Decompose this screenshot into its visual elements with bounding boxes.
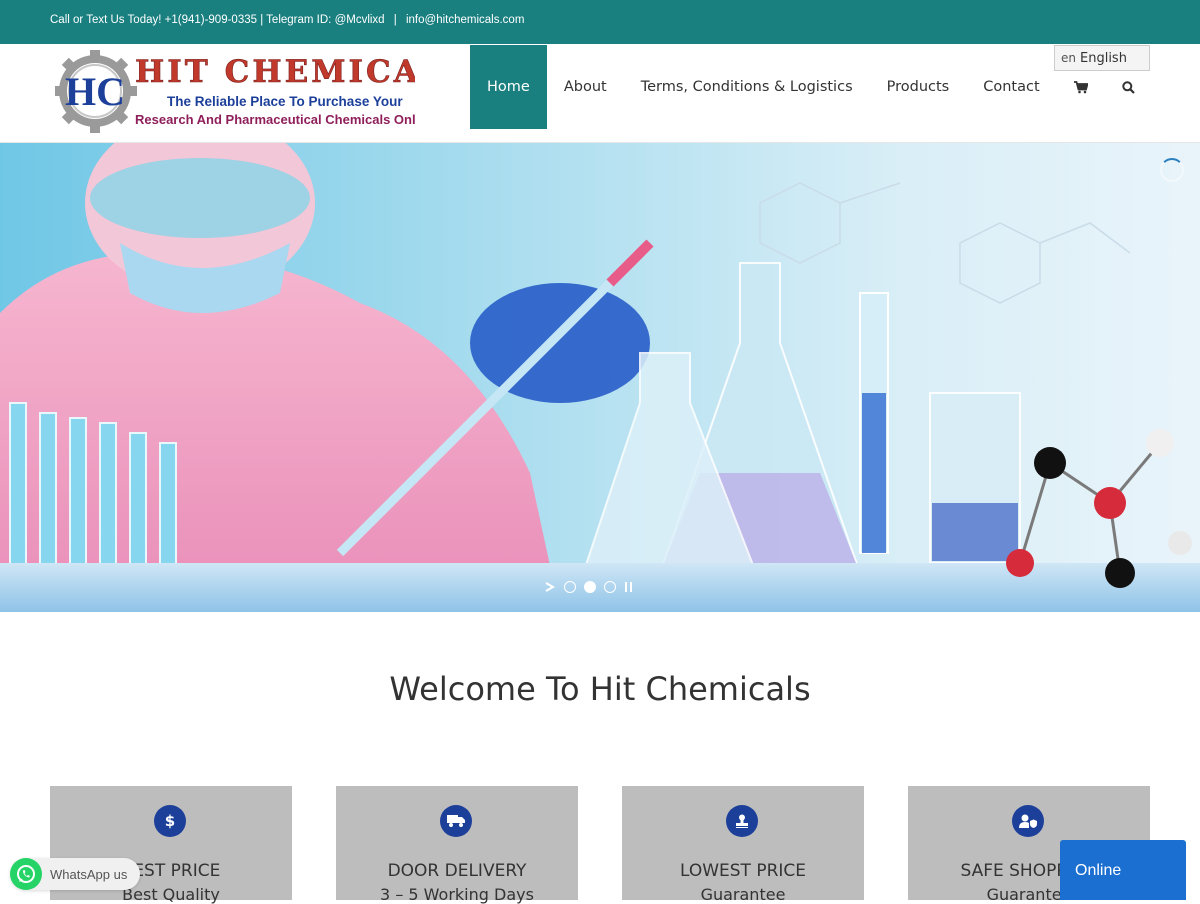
- slider-controls: [544, 581, 634, 593]
- feature-title: DOOR DELIVERY: [387, 861, 527, 881]
- slide-dot-1[interactable]: [564, 581, 576, 593]
- nav-about[interactable]: About: [547, 45, 624, 129]
- slide-dot-3[interactable]: [604, 581, 616, 593]
- hero-slider[interactable]: [0, 143, 1200, 612]
- separator: |: [393, 14, 397, 26]
- feature-door-delivery: DOOR DELIVERY 3 – 5 Working Days: [336, 786, 578, 904]
- pause-icon[interactable]: [624, 581, 634, 593]
- search-icon: [1121, 80, 1135, 94]
- whatsapp-icon: [10, 858, 42, 890]
- stamp-icon: [726, 805, 758, 837]
- next-arrow-icon[interactable]: [544, 581, 556, 593]
- feature-lowest-price: LOWEST PRICE Guarantee: [622, 786, 864, 904]
- welcome-heading: Welcome To Hit Chemicals: [389, 670, 811, 708]
- dollar-icon: $: [154, 805, 186, 837]
- online-chat-button[interactable]: Online: [1060, 840, 1186, 900]
- hero-image: [0, 143, 1200, 612]
- email-link[interactable]: info@hitchemicals.com: [406, 14, 524, 26]
- feature-subtitle: Guarantee: [700, 885, 786, 904]
- language-label: English: [1080, 50, 1127, 66]
- site-logo[interactable]: HC HIT CHEMICALS The Reliable Place To P…: [53, 49, 468, 136]
- header: HC HIT CHEMICALS The Reliable Place To P…: [0, 44, 1200, 143]
- cart-icon: [1073, 80, 1088, 93]
- logo-monogram: HC: [65, 69, 125, 114]
- contact-info: Call or Text Us Today! +1(941)-909-0335 …: [50, 14, 524, 26]
- nav-terms[interactable]: Terms, Conditions & Logistics: [624, 45, 870, 129]
- nav-products[interactable]: Products: [870, 45, 967, 129]
- language-selector[interactable]: en English: [1054, 45, 1150, 71]
- svg-text:$: $: [165, 812, 175, 830]
- nav-home[interactable]: Home: [470, 45, 547, 129]
- loading-spinner-icon: [1160, 158, 1184, 182]
- flag-icon: en: [1061, 51, 1076, 65]
- whatsapp-label: WhatsApp us: [50, 866, 128, 882]
- whatsapp-button[interactable]: WhatsApp us: [10, 858, 140, 890]
- top-bar: Call or Text Us Today! +1(941)-909-0335 …: [0, 0, 1200, 44]
- logo-name: HIT CHEMICALS: [135, 54, 415, 90]
- user-shield-icon: [1012, 805, 1044, 837]
- main-nav: Home About Terms, Conditions & Logistics…: [470, 45, 1152, 129]
- feature-subtitle: 3 – 5 Working Days: [380, 885, 534, 904]
- logo-tagline-1: The Reliable Place To Purchase Your: [167, 94, 403, 109]
- phone-telegram-text: Call or Text Us Today! +1(941)-909-0335 …: [50, 14, 385, 26]
- truck-icon: [440, 805, 472, 837]
- nav-contact[interactable]: Contact: [966, 45, 1056, 129]
- slide-dot-2[interactable]: [584, 581, 596, 593]
- logo-graphic: HC HIT CHEMICALS The Reliable Place To P…: [53, 49, 468, 133]
- logo-tagline-2: Research And Pharmaceutical Chemicals On…: [135, 112, 415, 127]
- feature-title: LOWEST PRICE: [679, 861, 807, 881]
